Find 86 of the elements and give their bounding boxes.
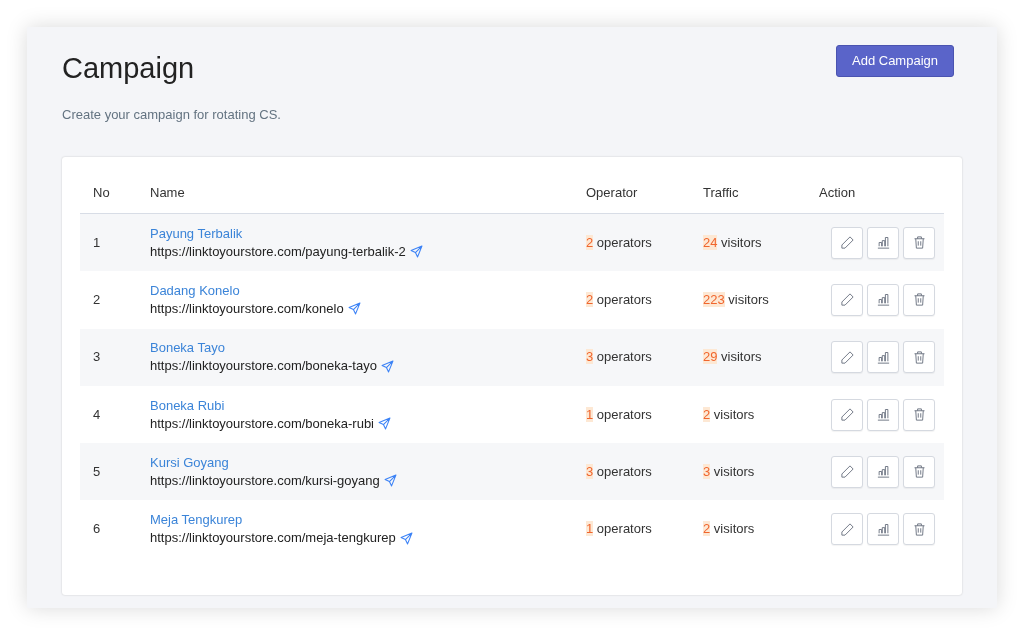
send-icon[interactable] — [383, 474, 397, 488]
add-campaign-button[interactable]: Add Campaign — [836, 45, 954, 77]
page-title: Campaign — [62, 51, 195, 86]
campaign-name-link[interactable]: Dadang Konelo — [150, 281, 240, 300]
count-unit: operators — [596, 464, 652, 480]
pencil-icon — [839, 464, 855, 480]
stats-button[interactable] — [867, 513, 899, 546]
edit-button[interactable] — [831, 398, 863, 431]
count-unit: visitors — [721, 234, 762, 250]
delete-button[interactable] — [903, 455, 935, 488]
campaign-name-link[interactable]: Boneka Tayo — [150, 339, 225, 358]
count-highlight: 2 — [586, 234, 594, 250]
count-unit: operators — [596, 292, 652, 308]
edit-button[interactable] — [831, 455, 863, 488]
campaign-url: https://linktoyourstore.com/kursi-goyang — [150, 471, 380, 490]
bar-chart-icon — [875, 521, 891, 537]
count-highlight: 24 — [703, 234, 718, 250]
edit-button[interactable] — [831, 226, 863, 259]
send-icon[interactable] — [409, 245, 423, 259]
campaign-url: https://linktoyourstore.com/boneka-rubi — [150, 414, 374, 433]
delete-button[interactable] — [903, 226, 935, 259]
column-header: No — [93, 184, 111, 203]
campaign-url: https://linktoyourstore.com/konelo — [150, 299, 344, 318]
count-unit: operators — [596, 349, 652, 365]
count-unit: visitors — [713, 464, 755, 480]
count-highlight: 29 — [703, 349, 718, 365]
count-highlight: 2 — [586, 292, 594, 308]
count-highlight: 3 — [586, 349, 594, 365]
pencil-icon — [839, 521, 855, 537]
campaign-url: https://linktoyourstore.com/payung-terbalik-2 — [150, 242, 406, 261]
stats-button[interactable] — [867, 226, 899, 259]
campaign-name-link[interactable]: Kursi Goyang — [150, 453, 229, 472]
count-unit: operators — [596, 521, 652, 537]
stats-button[interactable] — [867, 398, 899, 431]
bar-chart-icon — [875, 349, 891, 365]
send-icon[interactable] — [380, 359, 394, 373]
pencil-icon — [839, 407, 855, 423]
campaign-url: https://linktoyourstore.com/meja-tengkurep — [150, 529, 396, 548]
delete-button[interactable] — [903, 513, 935, 546]
count-unit: operators — [596, 406, 652, 422]
pencil-icon — [839, 349, 855, 365]
send-icon[interactable] — [347, 302, 361, 316]
count-unit: visitors — [713, 521, 755, 537]
count-highlight: 3 — [703, 464, 711, 480]
count-highlight: 1 — [586, 406, 594, 422]
edit-button[interactable] — [831, 341, 863, 374]
campaign-url: https://linktoyourstore.com/boneka-tayo — [150, 357, 377, 376]
count-highlight: 3 — [586, 464, 594, 480]
column-header: Action — [819, 184, 857, 203]
pencil-icon — [839, 292, 855, 308]
pencil-icon — [839, 235, 855, 251]
delete-button[interactable] — [903, 341, 935, 374]
row-number: 4 — [93, 405, 102, 424]
send-icon[interactable] — [378, 417, 391, 431]
delete-button[interactable] — [903, 283, 935, 316]
row-number: 3 — [93, 348, 102, 367]
count-unit: operators — [596, 234, 652, 250]
row-number: 6 — [93, 520, 102, 539]
campaign-name-link[interactable]: Boneka Rubi — [150, 396, 225, 415]
send-icon[interactable] — [399, 531, 413, 545]
edit-button[interactable] — [831, 283, 863, 316]
count-unit: visitors — [713, 406, 755, 422]
stats-button[interactable] — [867, 455, 899, 488]
delete-button[interactable] — [903, 398, 935, 431]
stats-button[interactable] — [867, 341, 899, 374]
count-highlight: 223 — [703, 292, 725, 308]
bar-chart-icon — [875, 235, 891, 251]
count-unit: visitors — [728, 292, 769, 308]
row-number: 1 — [93, 233, 102, 252]
bar-chart-icon — [875, 407, 891, 423]
page-subtitle: Create your campaign for rotating CS. — [62, 105, 282, 124]
stats-button[interactable] — [867, 283, 899, 316]
column-header: Traffic — [703, 184, 740, 203]
campaign-name-link[interactable]: Payung Terbalik — [150, 224, 243, 243]
bar-chart-icon — [875, 292, 891, 308]
count-highlight: 1 — [586, 521, 594, 537]
edit-button[interactable] — [831, 513, 863, 546]
row-number: 2 — [93, 291, 102, 310]
bar-chart-icon — [875, 464, 891, 480]
column-header: Name — [150, 184, 186, 203]
count-highlight: 2 — [703, 406, 711, 422]
row-number: 5 — [93, 463, 102, 482]
count-unit: visitors — [721, 349, 762, 365]
count-highlight: 2 — [703, 521, 711, 537]
column-header: Operator — [586, 184, 639, 203]
campaign-name-link[interactable]: Meja Tengkurep — [150, 511, 243, 530]
